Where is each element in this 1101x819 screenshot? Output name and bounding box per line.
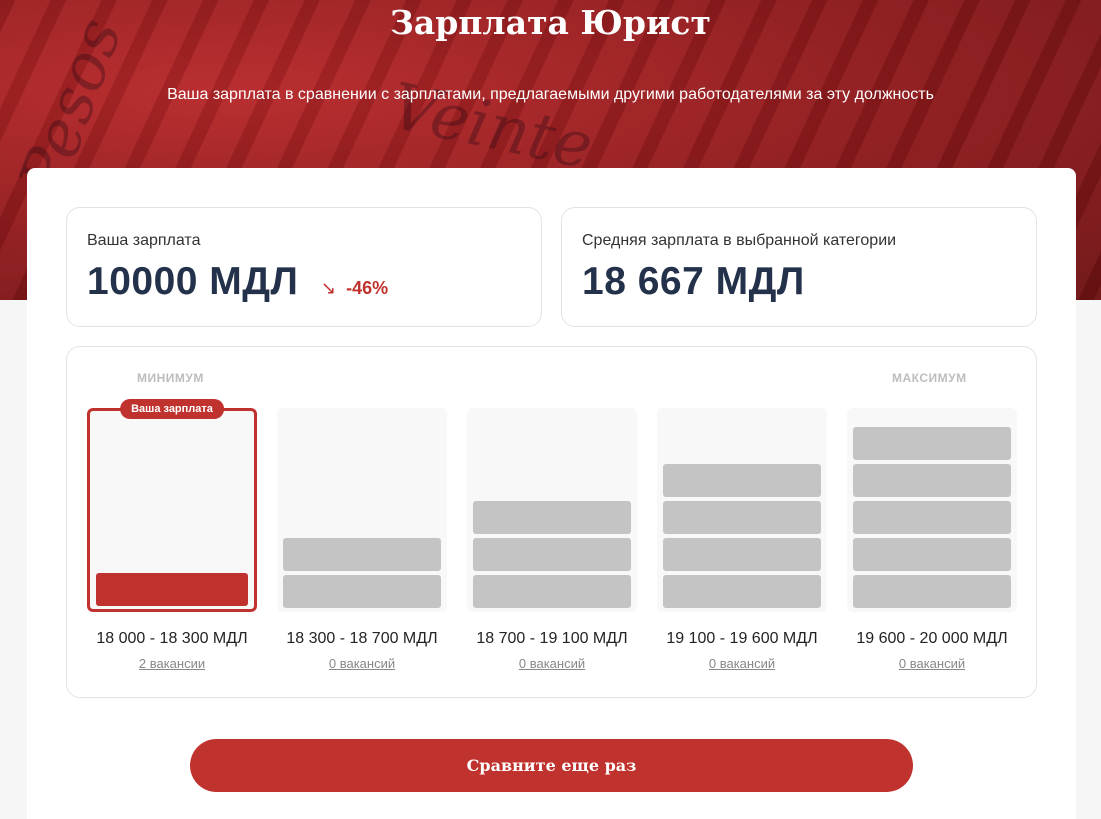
bar-block [473,538,631,571]
vacancies-link[interactable]: 0 вакансий [467,656,637,671]
average-salary-label: Средняя зарплата в выбранной категории [582,232,897,249]
bar-block [96,573,248,606]
bucket-bar-frame [277,408,447,612]
minimum-label: МИНИМУМ [137,371,204,385]
compare-again-button[interactable]: Сравните еще раз [190,739,913,792]
salary-bucket: 18 300 - 18 700 МДЛ 0 вакансий [277,408,447,671]
average-salary-value: 18 667 МДЛ [582,260,805,303]
salary-bucket: 19 100 - 19 600 МДЛ 0 вакансий [657,408,827,671]
bar-stack [473,501,631,608]
bar-stack [96,573,248,606]
maximum-label: МАКСИМУМ [892,371,967,385]
salary-distribution: МИНИМУМ МАКСИМУМ Ваша зарплата 18 000 - … [66,346,1037,698]
bucket-bar-frame [657,408,827,612]
bucket-range: 18 700 - 19 100 МДЛ [476,630,628,647]
bucket-bar-frame: Ваша зарплата [87,399,257,612]
average-salary-box: Средняя зарплата в выбранной категории 1… [561,207,1037,327]
bucket-bar-frame [847,408,1017,612]
salary-difference-percent: -46% [346,278,389,298]
bucket-range: 18 300 - 18 700 МДЛ [286,630,438,647]
bucket-bar-frame [467,408,637,612]
salary-comparison-card: Ваша зарплата 10000 МДЛ ↘ -46% Средняя з… [27,168,1076,819]
bar-block [663,575,821,608]
vacancies-link[interactable]: 0 вакансий [277,656,447,671]
bar-block [473,575,631,608]
bar-block [473,501,631,534]
vacancies-link[interactable]: 0 вакансий [657,656,827,671]
bar-block [283,538,441,571]
bar-block [663,464,821,497]
trend-down-arrow-icon: ↘ [321,278,337,298]
bucket-range: 19 100 - 19 600 МДЛ [666,630,818,647]
bar-block [663,538,821,571]
bar-block [283,575,441,608]
bar-block [853,501,1011,534]
your-salary-value: 10000 МДЛ [87,260,299,303]
bar-block [853,427,1011,460]
bar-stack [663,464,821,608]
page-subtitle: Ваша зарплата в сравнении с зарплатами, … [167,86,934,103]
salary-difference: ↘ -46% [321,278,388,299]
bucket-range: 19 600 - 20 000 МДЛ [856,630,1008,647]
bar-stack [283,538,441,608]
bar-block [853,464,1011,497]
your-salary-box: Ваша зарплата 10000 МДЛ ↘ -46% [66,207,542,327]
salary-bucket: 18 700 - 19 100 МДЛ 0 вакансий [467,408,637,671]
salary-bucket: Ваша зарплата 18 000 - 18 300 МДЛ 2 вака… [87,399,257,671]
bar-block [663,501,821,534]
vacancies-link[interactable]: 0 вакансий [847,656,1017,671]
bucket-range: 18 000 - 18 300 МДЛ [96,630,248,647]
bar-block [853,538,1011,571]
bar-stack [853,427,1011,608]
salary-bucket: 19 600 - 20 000 МДЛ 0 вакансий [847,408,1017,671]
vacancies-link[interactable]: 2 вакансии [87,656,257,671]
your-salary-label: Ваша зарплата [87,232,201,249]
your-salary-badge: Ваша зарплата [120,399,224,419]
page-title: Зарплата Юрист [390,3,711,42]
bar-block [853,575,1011,608]
